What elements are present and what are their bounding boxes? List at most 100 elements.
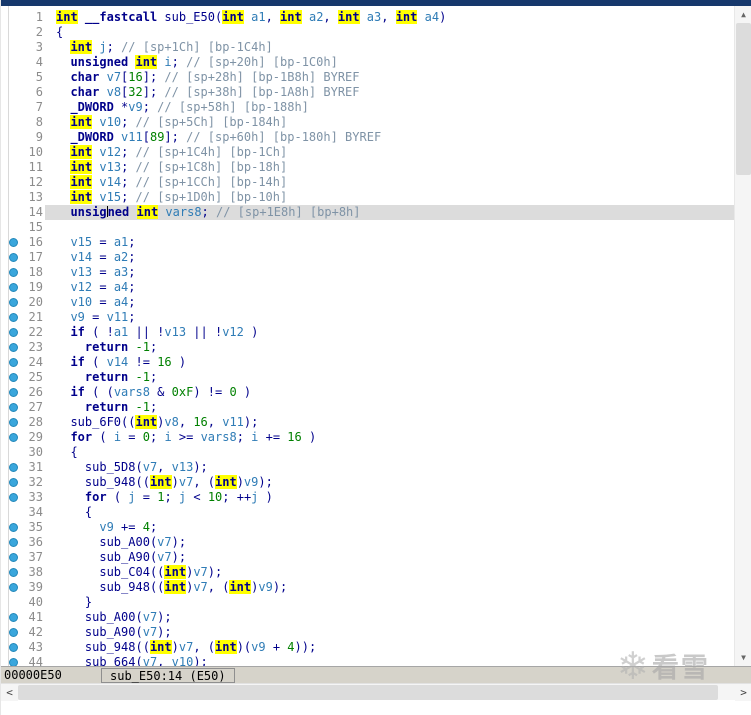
code-line[interactable]: 19 v12 = a4; bbox=[1, 280, 735, 295]
code-text[interactable]: v13 = a3; bbox=[45, 265, 735, 280]
code-line[interactable]: 12 int v14; // [sp+1CCh] [bp-14h] bbox=[1, 175, 735, 190]
code-text[interactable]: _DWORD v11[89]; // [sp+60h] [bp-180h] BY… bbox=[45, 130, 735, 145]
code-text[interactable]: int v15; // [sp+1D0h] [bp-10h] bbox=[45, 190, 735, 205]
code-line[interactable]: 24 if ( v14 != 16 ) bbox=[1, 355, 735, 370]
code-line[interactable]: 22 if ( !a1 || !v13 || !v12 ) bbox=[1, 325, 735, 340]
breakpoint-dot[interactable] bbox=[9, 583, 18, 592]
breakpoint-dot[interactable] bbox=[9, 568, 18, 577]
code-line[interactable]: 6 char v8[32]; // [sp+38h] [bp-1A8h] BYR… bbox=[1, 85, 735, 100]
code-text[interactable]: int v13; // [sp+1C8h] [bp-18h] bbox=[45, 160, 735, 175]
code-text[interactable]: unsigned int vars8; // [sp+1E8h] [bp+8h] bbox=[45, 205, 735, 220]
code-text[interactable]: return -1; bbox=[45, 370, 735, 385]
code-text[interactable]: int v12; // [sp+1C4h] [bp-1Ch] bbox=[45, 145, 735, 160]
code-line[interactable]: 1 int __fastcall sub_E50(int a1, int a2, … bbox=[1, 10, 735, 25]
breakpoint-dot[interactable] bbox=[9, 343, 18, 352]
code-area[interactable]: 1 int __fastcall sub_E50(int a1, int a2, … bbox=[1, 6, 735, 666]
code-text[interactable]: char v7[16]; // [sp+28h] [bp-1B8h] BYREF bbox=[45, 70, 735, 85]
breakpoint-dot[interactable] bbox=[9, 643, 18, 652]
code-line[interactable]: 41 sub_A00(v7); bbox=[1, 610, 735, 625]
code-text[interactable]: v12 = a4; bbox=[45, 280, 735, 295]
code-text[interactable]: sub_A90(v7); bbox=[45, 550, 735, 565]
code-line[interactable]: 21 v9 = v11; bbox=[1, 310, 735, 325]
code-text[interactable]: if ( (vars8 & 0xF) != 0 ) bbox=[45, 385, 735, 400]
code-line[interactable]: 33 for ( j = 1; j < 10; ++j ) bbox=[1, 490, 735, 505]
code-line[interactable]: 18 v13 = a3; bbox=[1, 265, 735, 280]
code-line[interactable]: 16 v15 = a1; bbox=[1, 235, 735, 250]
code-line[interactable]: 15 bbox=[1, 220, 735, 235]
breakpoint-dot[interactable] bbox=[9, 418, 18, 427]
scroll-left-button[interactable]: < bbox=[1, 684, 18, 701]
breakpoint-dot[interactable] bbox=[9, 433, 18, 442]
breakpoint-dot[interactable] bbox=[9, 463, 18, 472]
code-line[interactable]: 2{ bbox=[1, 25, 735, 40]
code-line[interactable]: 44 sub_664(v7, v10); bbox=[1, 655, 735, 666]
code-line[interactable]: 39 sub_948((int)v7, (int)v9); bbox=[1, 580, 735, 595]
code-text[interactable]: { bbox=[45, 445, 735, 460]
scroll-down-button[interactable]: ▼ bbox=[735, 649, 751, 666]
code-text[interactable]: sub_948((int)v7, (int)v9); bbox=[45, 580, 735, 595]
vertical-scrollbar[interactable]: ▲ ▼ bbox=[734, 6, 751, 666]
code-text[interactable]: sub_948((int)v7, (int)(v9 + 4)); bbox=[45, 640, 735, 655]
breakpoint-dot[interactable] bbox=[9, 328, 18, 337]
code-text[interactable]: v9 += 4; bbox=[45, 520, 735, 535]
code-text[interactable]: for ( i = 0; i >= vars8; i += 16 ) bbox=[45, 430, 735, 445]
code-line[interactable]: 37 sub_A90(v7); bbox=[1, 550, 735, 565]
breakpoint-dot[interactable] bbox=[9, 388, 18, 397]
code-text[interactable]: sub_664(v7, v10); bbox=[45, 655, 735, 666]
code-line[interactable]: 23 return -1; bbox=[1, 340, 735, 355]
code-line[interactable]: 13 int v15; // [sp+1D0h] [bp-10h] bbox=[1, 190, 735, 205]
scroll-up-button[interactable]: ▲ bbox=[735, 6, 751, 23]
code-text[interactable] bbox=[45, 220, 735, 235]
code-text[interactable]: sub_A00(v7); bbox=[45, 610, 735, 625]
breakpoint-dot[interactable] bbox=[9, 613, 18, 622]
breakpoint-dot[interactable] bbox=[9, 373, 18, 382]
code-line[interactable]: 30 { bbox=[1, 445, 735, 460]
code-text[interactable]: int v14; // [sp+1CCh] [bp-14h] bbox=[45, 175, 735, 190]
code-text[interactable]: int __fastcall sub_E50(int a1, int a2, i… bbox=[45, 10, 735, 25]
breakpoint-dot[interactable] bbox=[9, 478, 18, 487]
code-text[interactable]: int v10; // [sp+5Ch] [bp-184h] bbox=[45, 115, 735, 130]
code-text[interactable]: v15 = a1; bbox=[45, 235, 735, 250]
code-text[interactable]: { bbox=[45, 505, 735, 520]
code-text[interactable]: sub_A90(v7); bbox=[45, 625, 735, 640]
code-text[interactable]: sub_A00(v7); bbox=[45, 535, 735, 550]
breakpoint-dot[interactable] bbox=[9, 283, 18, 292]
breakpoint-dot[interactable] bbox=[9, 313, 18, 322]
code-line[interactable]: 31 sub_5D8(v7, v13); bbox=[1, 460, 735, 475]
code-line[interactable]: 4 unsigned int i; // [sp+20h] [bp-1C0h] bbox=[1, 55, 735, 70]
code-text[interactable]: return -1; bbox=[45, 340, 735, 355]
code-line[interactable]: 17 v14 = a2; bbox=[1, 250, 735, 265]
code-text[interactable]: v14 = a2; bbox=[45, 250, 735, 265]
breakpoint-dot[interactable] bbox=[9, 553, 18, 562]
code-line[interactable]: 28 sub_6F0((int)v8, 16, v11); bbox=[1, 415, 735, 430]
code-line[interactable]: 29 for ( i = 0; i >= vars8; i += 16 ) bbox=[1, 430, 735, 445]
code-text[interactable]: sub_948((int)v7, (int)v9); bbox=[45, 475, 735, 490]
code-line[interactable]: 42 sub_A90(v7); bbox=[1, 625, 735, 640]
code-line[interactable]: 14 unsigned int vars8; // [sp+1E8h] [bp+… bbox=[1, 205, 735, 220]
code-line[interactable]: 20 v10 = a4; bbox=[1, 295, 735, 310]
code-line[interactable]: 7 _DWORD *v9; // [sp+58h] [bp-188h] bbox=[1, 100, 735, 115]
code-text[interactable]: sub_C04((int)v7); bbox=[45, 565, 735, 580]
code-text[interactable]: { bbox=[45, 25, 735, 40]
code-line[interactable]: 10 int v12; // [sp+1C4h] [bp-1Ch] bbox=[1, 145, 735, 160]
breakpoint-dot[interactable] bbox=[9, 523, 18, 532]
code-text[interactable]: int j; // [sp+1Ch] [bp-1C4h] bbox=[45, 40, 735, 55]
breakpoint-dot[interactable] bbox=[9, 658, 18, 666]
code-text[interactable]: return -1; bbox=[45, 400, 735, 415]
breakpoint-dot[interactable] bbox=[9, 253, 18, 262]
code-line[interactable]: 35 v9 += 4; bbox=[1, 520, 735, 535]
code-text[interactable]: sub_5D8(v7, v13); bbox=[45, 460, 735, 475]
code-line[interactable]: 43 sub_948((int)v7, (int)(v9 + 4)); bbox=[1, 640, 735, 655]
code-line[interactable]: 38 sub_C04((int)v7); bbox=[1, 565, 735, 580]
code-line[interactable]: 26 if ( (vars8 & 0xF) != 0 ) bbox=[1, 385, 735, 400]
horizontal-scrollbar[interactable]: < > bbox=[1, 683, 751, 701]
breakpoint-dot[interactable] bbox=[9, 298, 18, 307]
breakpoint-dot[interactable] bbox=[9, 493, 18, 502]
code-line[interactable]: 8 int v10; // [sp+5Ch] [bp-184h] bbox=[1, 115, 735, 130]
code-text[interactable]: } bbox=[45, 595, 735, 610]
vertical-scrollbar-thumb[interactable] bbox=[736, 23, 751, 175]
code-line[interactable]: 34 { bbox=[1, 505, 735, 520]
code-text[interactable]: v9 = v11; bbox=[45, 310, 735, 325]
code-text[interactable]: for ( j = 1; j < 10; ++j ) bbox=[45, 490, 735, 505]
code-text[interactable]: _DWORD *v9; // [sp+58h] [bp-188h] bbox=[45, 100, 735, 115]
